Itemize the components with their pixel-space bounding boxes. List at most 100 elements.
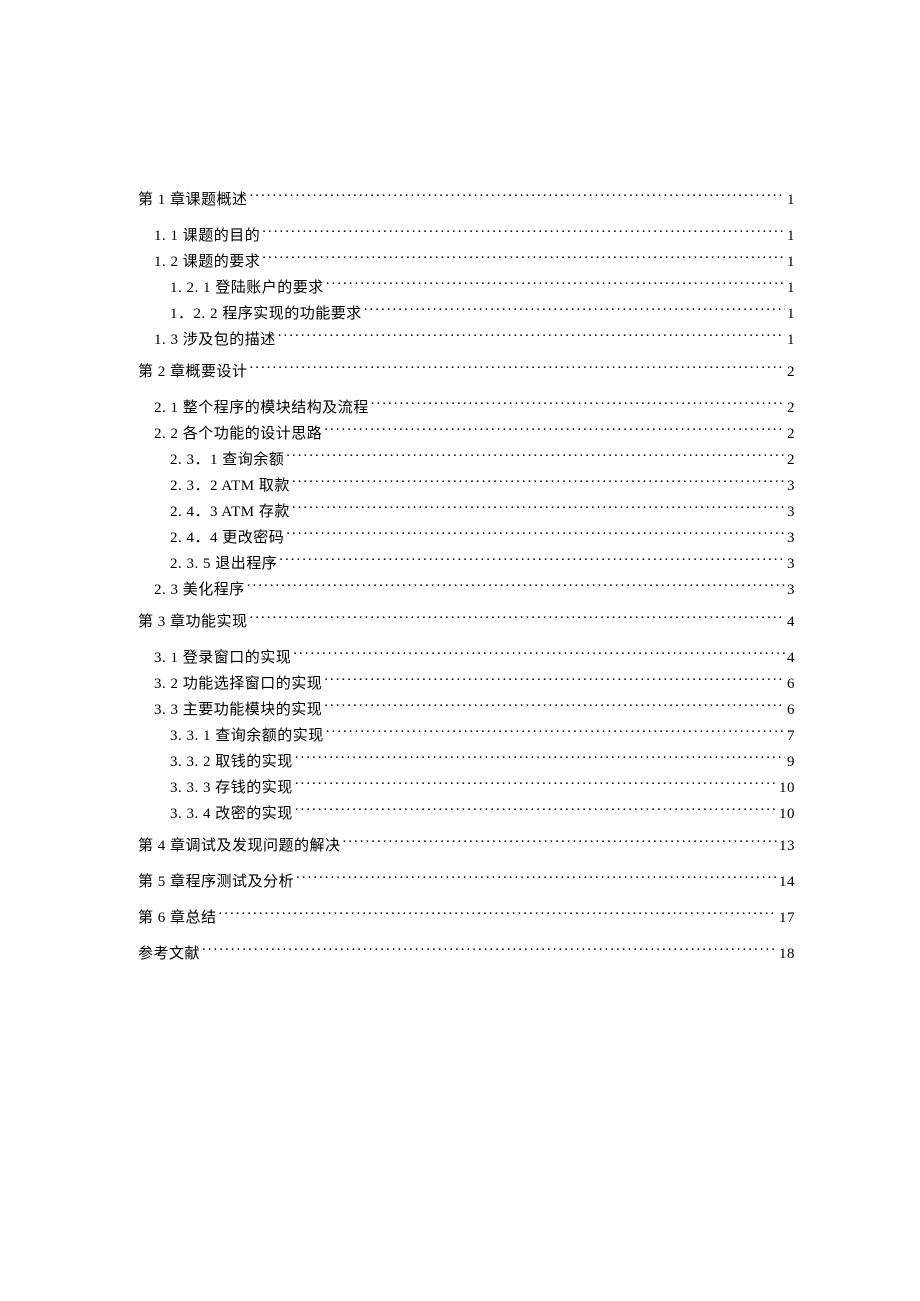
toc-dot-leader bbox=[324, 420, 785, 438]
toc-entry: 3. 1 登录窗口的实现 4 bbox=[138, 644, 795, 670]
toc-entry: 第 4 章调试及发现问题的解决 13 bbox=[138, 832, 795, 858]
toc-entry-page: 6 bbox=[787, 698, 795, 722]
toc-entry: 1. 2 课题的要求 1 bbox=[138, 248, 795, 274]
toc-entry: 3. 3. 2 取钱的实现9 bbox=[138, 748, 795, 774]
toc-entry-page: 3 bbox=[787, 578, 795, 602]
toc-container: 第 1 章课题概述11. 1 课题的目的11. 2 课题的要求11. 2. 1 … bbox=[138, 186, 795, 966]
toc-dot-leader bbox=[286, 446, 785, 464]
toc-page: 第 1 章课题概述11. 1 课题的目的11. 2 课题的要求11. 2. 1 … bbox=[0, 0, 920, 966]
toc-entry: 2. 1 整个程序的模块结构及流程 2 bbox=[138, 394, 795, 420]
toc-dot-leader bbox=[326, 274, 785, 292]
toc-dot-leader bbox=[262, 222, 785, 240]
toc-entry: 2. 2 各个功能的设计思路2 bbox=[138, 420, 795, 446]
toc-dot-leader bbox=[371, 394, 785, 412]
toc-dot-leader bbox=[247, 576, 785, 594]
toc-entry: 3. 2 功能选择窗口的实现 6 bbox=[138, 670, 795, 696]
toc-entry-label: 第 1 章课题概述 bbox=[138, 188, 248, 212]
toc-entry-label: 第 4 章调试及发现问题的解决 bbox=[138, 834, 341, 858]
toc-entry-page: 3 bbox=[787, 500, 795, 524]
toc-dot-leader bbox=[343, 832, 777, 850]
toc-dot-leader bbox=[295, 774, 777, 792]
toc-entry-label: 2. 3 美化程序 bbox=[154, 578, 245, 602]
toc-entry: 3. 3. 3 存钱的实现 10 bbox=[138, 774, 795, 800]
toc-dot-leader bbox=[324, 696, 785, 714]
toc-entry-page: 2 bbox=[787, 396, 795, 420]
toc-entry: 1. 3 涉及包的描述 1 bbox=[138, 326, 795, 352]
toc-entry: 1．2. 2 程序实现的功能要求 1 bbox=[138, 300, 795, 326]
toc-entry: 3. 3 主要功能模块的实现 6 bbox=[138, 696, 795, 722]
toc-entry-page: 1 bbox=[787, 328, 795, 352]
toc-entry: 2. 4．3 ATM 存款 3 bbox=[138, 498, 795, 524]
toc-entry-label: 2. 2 各个功能的设计思路 bbox=[154, 422, 322, 446]
toc-entry-label: 第 6 章总结 bbox=[138, 906, 217, 930]
toc-entry-label: 第 3 章功能实现 bbox=[138, 610, 248, 634]
toc-entry: 2. 4．4 更改密码3 bbox=[138, 524, 795, 550]
toc-entry: 3. 3. 4 改密的实现 10 bbox=[138, 800, 795, 826]
toc-entry-label: 3. 3. 4 改密的实现 bbox=[170, 802, 293, 826]
toc-entry-label: 3. 2 功能选择窗口的实现 bbox=[154, 672, 322, 696]
toc-dot-leader bbox=[295, 800, 777, 818]
toc-entry-page: 1 bbox=[787, 224, 795, 248]
toc-entry-label: 2. 3．2 ATM 取款 bbox=[170, 474, 290, 498]
toc-dot-leader bbox=[293, 644, 785, 662]
toc-entry-page: 10 bbox=[779, 776, 795, 800]
toc-entry: 1. 1 课题的目的 1 bbox=[138, 222, 795, 248]
toc-entry: 第 2 章概要设计 2 bbox=[138, 358, 795, 384]
toc-entry-page: 7 bbox=[787, 724, 795, 748]
toc-dot-leader bbox=[278, 326, 785, 344]
toc-dot-leader bbox=[219, 904, 777, 922]
toc-dot-leader bbox=[326, 722, 785, 740]
toc-entry-label: 第 5 章程序测试及分析 bbox=[138, 870, 294, 894]
toc-entry: 2. 3．1 查询余额2 bbox=[138, 446, 795, 472]
toc-entry-label: 3. 3. 1 查询余额的实现 bbox=[170, 724, 324, 748]
toc-entry: 2. 3. 5 退出程序 3 bbox=[138, 550, 795, 576]
toc-entry-page: 2 bbox=[787, 448, 795, 472]
toc-dot-leader bbox=[202, 940, 777, 958]
toc-dot-leader bbox=[296, 868, 777, 886]
toc-entry-page: 4 bbox=[787, 610, 795, 634]
toc-entry: 参考文献18 bbox=[138, 940, 795, 966]
toc-dot-leader bbox=[250, 358, 785, 376]
toc-entry-label: 2. 1 整个程序的模块结构及流程 bbox=[154, 396, 369, 420]
toc-entry-label: 1. 1 课题的目的 bbox=[154, 224, 260, 248]
toc-entry-label: 3. 3. 2 取钱的实现 bbox=[170, 750, 293, 774]
toc-entry: 2. 3．2 ATM 取款 3 bbox=[138, 472, 795, 498]
toc-entry-page: 3 bbox=[787, 474, 795, 498]
toc-entry-label: 3. 3 主要功能模块的实现 bbox=[154, 698, 322, 722]
toc-entry-label: 2. 4．3 ATM 存款 bbox=[170, 500, 290, 524]
toc-entry-label: 1. 2. 1 登陆账户的要求 bbox=[170, 276, 324, 300]
toc-entry-page: 1 bbox=[787, 302, 795, 326]
toc-entry-page: 13 bbox=[779, 834, 795, 858]
toc-entry-label: 1．2. 2 程序实现的功能要求 bbox=[170, 302, 362, 326]
toc-entry-page: 4 bbox=[787, 646, 795, 670]
toc-entry: 1. 2. 1 登陆账户的要求 1 bbox=[138, 274, 795, 300]
toc-entry-label: 1. 2 课题的要求 bbox=[154, 250, 260, 274]
toc-entry-page: 10 bbox=[779, 802, 795, 826]
toc-entry-page: 14 bbox=[779, 870, 795, 894]
toc-entry-page: 1 bbox=[787, 250, 795, 274]
toc-entry-page: 18 bbox=[779, 942, 795, 966]
toc-entry-label: 3. 3. 3 存钱的实现 bbox=[170, 776, 293, 800]
toc-dot-leader bbox=[286, 524, 785, 542]
toc-entry-label: 3. 1 登录窗口的实现 bbox=[154, 646, 291, 670]
toc-dot-leader bbox=[250, 186, 785, 204]
toc-dot-leader bbox=[324, 670, 785, 688]
toc-entry-label: 1. 3 涉及包的描述 bbox=[154, 328, 276, 352]
toc-entry-page: 3 bbox=[787, 552, 795, 576]
toc-entry: 第 3 章功能实现 4 bbox=[138, 608, 795, 634]
toc-dot-leader bbox=[295, 748, 785, 766]
toc-entry-page: 2 bbox=[787, 360, 795, 384]
toc-entry: 第 1 章课题概述1 bbox=[138, 186, 795, 212]
toc-dot-leader bbox=[262, 248, 785, 266]
toc-entry-page: 1 bbox=[787, 276, 795, 300]
toc-dot-leader bbox=[292, 498, 785, 516]
toc-entry-page: 6 bbox=[787, 672, 795, 696]
toc-entry: 2. 3 美化程序 3 bbox=[138, 576, 795, 602]
toc-dot-leader bbox=[364, 300, 785, 318]
toc-entry-label: 第 2 章概要设计 bbox=[138, 360, 248, 384]
toc-dot-leader bbox=[292, 472, 785, 490]
toc-dot-leader bbox=[250, 608, 785, 626]
toc-entry-label: 2. 3. 5 退出程序 bbox=[170, 552, 277, 576]
toc-entry-page: 3 bbox=[787, 526, 795, 550]
toc-entry: 第 5 章程序测试及分析 14 bbox=[138, 868, 795, 894]
